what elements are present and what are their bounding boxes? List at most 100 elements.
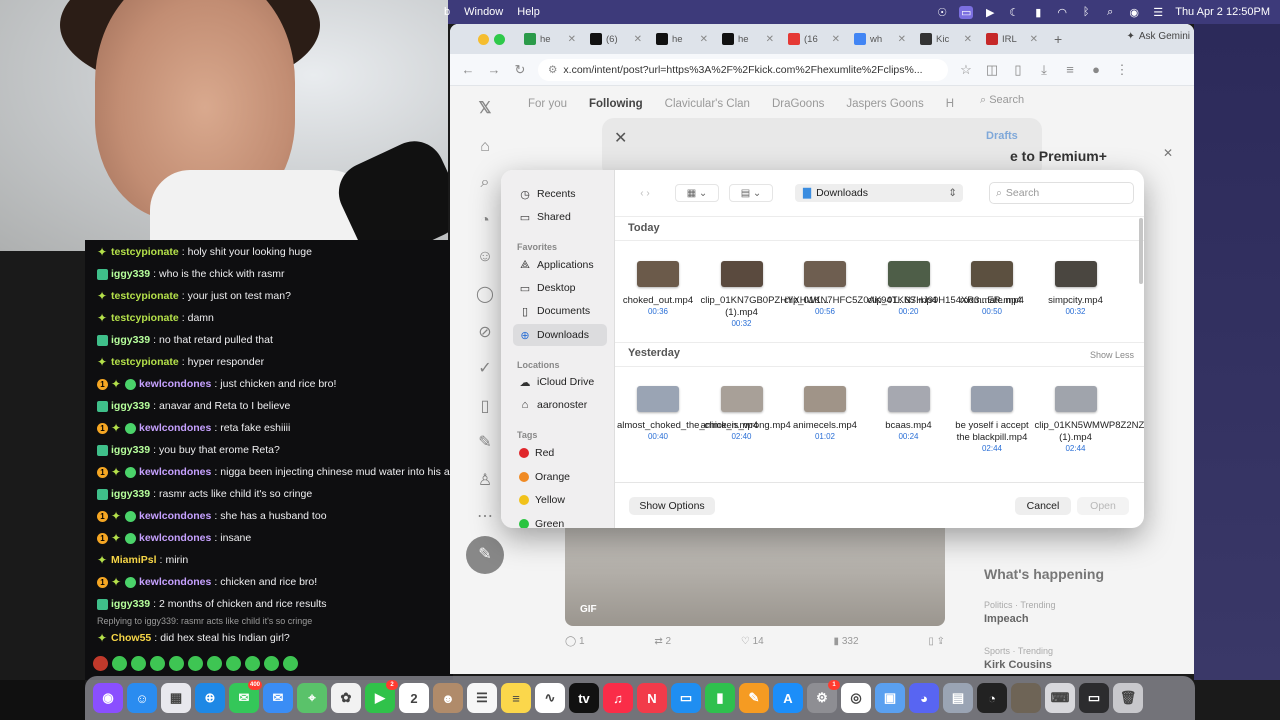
file-item[interactable]: clip_01KN5WMWP8Z2NZ...(1).mp4 02:44: [1035, 386, 1144, 454]
menu-help[interactable]: Help: [517, 6, 540, 18]
minimize-button[interactable]: [478, 34, 489, 45]
file-item[interactable]: bcaas.mp4 00:24: [868, 386, 950, 442]
storage-dock-icon[interactable]: ▤: [943, 683, 973, 713]
search-icon[interactable]: ⌕: [1103, 6, 1117, 19]
profile-avatar-icon[interactable]: ●: [1088, 62, 1104, 77]
close-tab-icon[interactable]: ✕: [700, 34, 708, 45]
close-tab-icon[interactable]: ✕: [634, 34, 642, 45]
dialog-search-input[interactable]: ⌕ Search: [989, 182, 1134, 204]
photos-dock-icon[interactable]: ✿: [331, 683, 361, 713]
close-tab-icon[interactable]: ✕: [832, 34, 840, 45]
bookmarks-icon[interactable]: ▯: [474, 396, 496, 418]
drafts-link[interactable]: Drafts: [986, 130, 1018, 142]
chat-username[interactable]: iggy339: [111, 400, 150, 412]
bluetooth-icon[interactable]: ᛒ: [1079, 6, 1093, 18]
close-tab-icon[interactable]: ✕: [766, 34, 774, 45]
chat-username[interactable]: kewlcondones: [139, 422, 211, 434]
freeform-dock-icon[interactable]: ∿: [535, 683, 565, 713]
menu-app-fragment[interactable]: b: [444, 6, 450, 18]
location-select[interactable]: ▇ Downloads ⇕: [795, 184, 963, 202]
sidebar-tag[interactable]: Yellow: [513, 489, 607, 511]
browser-tab[interactable]: he ✕: [650, 28, 714, 50]
views-action[interactable]: ▮ 332: [834, 636, 859, 647]
discord-dock-icon[interactable]: ◕: [909, 683, 939, 713]
file-item[interactable]: clip_01KN7HFC5Z0AK94T...6S.mp4 00:56: [784, 261, 937, 317]
verified-icon[interactable]: ✓: [474, 358, 496, 380]
file-item[interactable]: roommate.mp4 00:50: [951, 261, 1033, 317]
sidebar-tag[interactable]: Orange: [513, 466, 607, 488]
chat-username[interactable]: iggy339: [111, 488, 150, 500]
sidepanel-icon[interactable]: ▯: [1010, 62, 1026, 78]
messages-dock-icon[interactable]: ✉ 400: [229, 680, 262, 713]
close-tab-icon[interactable]: ✕: [568, 34, 576, 45]
battery-icon[interactable]: ▮: [1031, 6, 1045, 19]
emote-icon[interactable]: [264, 656, 279, 671]
x-tab[interactable]: Jaspers Goons: [846, 98, 923, 110]
file-item[interactable]: clip_01KN7GB0PZHYXHW1...(1).mp4 00:32: [701, 261, 829, 329]
tv-dock-icon[interactable]: tv: [569, 683, 599, 713]
safari-dock-icon[interactable]: ⊕: [195, 683, 225, 713]
notes-dock-icon[interactable]: ≡: [501, 683, 531, 713]
browser-tab[interactable]: Kic ✕: [914, 28, 978, 50]
x-tab[interactable]: For you: [528, 98, 567, 110]
pages-dock-icon[interactable]: ✎: [739, 683, 769, 713]
sidebar-item-downloads[interactable]: ⊕ Downloads: [513, 324, 607, 346]
show-less-link[interactable]: Show Less: [1090, 350, 1134, 360]
calendar-dock-icon[interactable]: 2: [399, 683, 429, 713]
x-logo-icon[interactable]: 𝕏: [474, 98, 496, 120]
contacts-dock-icon[interactable]: ☻: [433, 683, 463, 713]
emote-icon[interactable]: [131, 656, 146, 671]
control-center-icon[interactable]: ☰: [1151, 6, 1165, 19]
trash-dock-icon[interactable]: 🗑: [1113, 683, 1143, 713]
chat-username[interactable]: kewlcondones: [139, 466, 211, 478]
menu-window[interactable]: Window: [464, 6, 503, 18]
profile-icon[interactable]: ♙: [474, 470, 496, 492]
chat-username[interactable]: iggy339: [111, 444, 150, 456]
file-item[interactable]: anime_is_wrong.mp4 02:40: [701, 386, 791, 442]
chat-username[interactable]: testcypionate: [111, 246, 179, 258]
emote-icon[interactable]: [150, 656, 165, 671]
wifi-icon[interactable]: ◠: [1055, 6, 1069, 19]
view-mode-icon[interactable]: ▦ ⌄: [675, 184, 719, 202]
emote-icon[interactable]: [169, 656, 184, 671]
browser-tab[interactable]: (16 ✕: [782, 28, 846, 50]
emote-icon[interactable]: [207, 656, 222, 671]
file-item[interactable]: clip_01KN7HJ99H154XR3...ER.mp4 00:20: [868, 261, 1022, 317]
launchpad-dock-icon[interactable]: ▦: [161, 683, 191, 713]
follow-icon[interactable]: ☺: [474, 248, 496, 270]
close-promo-icon[interactable]: ✕: [1163, 146, 1173, 160]
x-tab[interactable]: Following: [589, 98, 643, 110]
url-field[interactable]: ⚙ x.com/intent/post?url=https%3A%2F%2Fki…: [538, 58, 948, 81]
chat-username[interactable]: kewlcondones: [139, 378, 211, 390]
screen-record-icon[interactable]: ▭: [959, 5, 974, 19]
emote-icon[interactable]: [93, 656, 108, 671]
emote-icon[interactable]: [245, 656, 260, 671]
chat-username[interactable]: testcypionate: [111, 356, 179, 368]
app-store-dock-icon[interactable]: A: [773, 683, 803, 713]
file-item[interactable]: almost_choked_the_chicken.mp4 00:40: [617, 386, 758, 442]
messages-icon[interactable]: ◯: [474, 284, 496, 306]
extensions-icon[interactable]: ◫: [984, 62, 1000, 78]
x-tab[interactable]: H: [946, 98, 954, 110]
keynote-dock-icon[interactable]: ▭: [671, 683, 701, 713]
browser-tab[interactable]: wh ✕: [848, 28, 912, 50]
emote-icon[interactable]: [283, 656, 298, 671]
activity-dock-icon[interactable]: ◔: [977, 683, 1007, 713]
reply-action[interactable]: ◯ 1: [565, 636, 585, 647]
reminders-dock-icon[interactable]: ☰: [467, 683, 497, 713]
chat-username[interactable]: kewlcondones: [139, 510, 211, 522]
x-tab[interactable]: Clavicular's Clan: [665, 98, 750, 110]
file-item[interactable]: simpcity.mp4 00:32: [1035, 261, 1117, 317]
browser-tab[interactable]: he ✕: [716, 28, 780, 50]
lists-icon[interactable]: ✎: [474, 432, 496, 454]
sidebar-item-desktop[interactable]: ▭ Desktop: [513, 277, 607, 299]
chat-username[interactable]: kewlcondones: [139, 532, 211, 544]
x-tab[interactable]: DraGoons: [772, 98, 824, 110]
kebab-menu-icon[interactable]: ⋮: [1114, 62, 1130, 78]
gif-media[interactable]: [565, 526, 945, 626]
screen-dock-icon[interactable]: ▭: [1079, 683, 1109, 713]
back-forward-buttons[interactable]: ‹ ›: [629, 184, 661, 202]
sidebar-tag[interactable]: Red: [513, 442, 607, 464]
emote-icon[interactable]: [112, 656, 127, 671]
menubar-clock[interactable]: Thu Apr 2 12:50PM: [1175, 6, 1270, 18]
